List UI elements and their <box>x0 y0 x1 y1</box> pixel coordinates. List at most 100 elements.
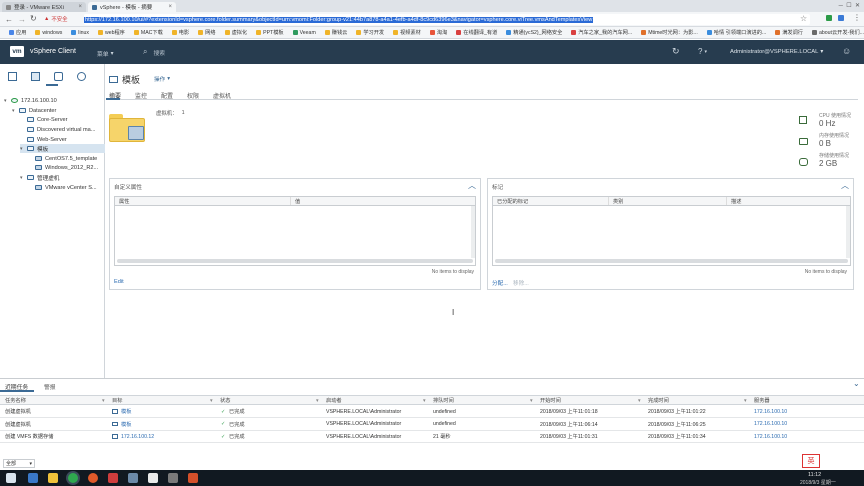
vms-templates-icon[interactable] <box>31 72 40 81</box>
edit-link[interactable]: Edit <box>114 279 124 285</box>
menu-dropdown[interactable]: 菜单 ▾ <box>97 49 114 59</box>
column-filter-icon[interactable]: ▾ <box>316 396 319 405</box>
tree-node[interactable]: Discovered virtual ma... <box>20 125 95 134</box>
task-cell-server[interactable]: 172.16.100.10 <box>754 407 787 416</box>
bookmark-item[interactable]: 淘淘 <box>429 29 447 36</box>
browser-menu-icon[interactable]: ⋮ <box>853 13 861 22</box>
extension-shield-icon[interactable] <box>826 15 832 21</box>
remove-tag-link[interactable]: 移除... <box>513 279 529 287</box>
task-cell-target[interactable]: 172.16.100.12 <box>121 432 154 441</box>
tree-node[interactable]: ▾ 管理虚机 <box>20 173 59 182</box>
vertical-scrollbar[interactable] <box>471 206 475 258</box>
column-filter-icon[interactable]: ▾ <box>530 396 533 405</box>
forward-icon[interactable]: → <box>18 15 26 24</box>
expand-icon[interactable]: ▾ <box>12 108 16 114</box>
app-icon-vm[interactable] <box>128 473 138 483</box>
bookmark-item[interactable]: Veeam <box>292 30 316 36</box>
app-icon-terminal[interactable] <box>168 473 178 483</box>
bookmark-item[interactable]: 汽车之家_我的汽车网... <box>571 29 632 36</box>
expand-icon[interactable]: ▾ <box>20 175 24 181</box>
reload-icon[interactable]: ↻ <box>30 14 37 23</box>
tree-node[interactable]: Windows_2012_R2... <box>28 163 98 172</box>
bookmark-item[interactable]: 学习开发 <box>356 29 384 36</box>
security-indicator[interactable]: ▲ 不安全 <box>44 15 68 23</box>
task-cell-server[interactable]: 172.16.100.10 <box>754 432 787 441</box>
column-header[interactable]: 排队时间 <box>433 396 454 405</box>
tree-node[interactable]: CentOS7.5_template <box>28 154 97 163</box>
task-filter-select[interactable]: 全部 ▾ <box>3 459 35 468</box>
network-icon[interactable] <box>77 72 86 81</box>
bookmark-star-icon[interactable]: ☆ <box>800 14 807 23</box>
bookmark-item[interactable]: web程序 <box>97 29 125 36</box>
column-filter-icon[interactable]: ▾ <box>210 396 213 405</box>
global-search[interactable]: ⌕ 搜索 <box>143 47 165 57</box>
task-cell-server[interactable]: 172.16.100.10 <box>754 420 787 429</box>
tab-monitor[interactable]: 监控 <box>135 91 147 100</box>
bookmark-item[interactable]: 电影 <box>171 29 189 36</box>
bookmark-item[interactable]: 哈情 引领端口演进的... <box>706 29 766 36</box>
explorer-app-icon[interactable] <box>48 473 58 483</box>
browser-tab-vsphere[interactable]: vSphere - 模板 - 摘要 × <box>88 2 176 12</box>
bookmark-item[interactable]: PPT模板 <box>256 29 284 36</box>
column-filter-icon[interactable]: ▾ <box>423 396 426 405</box>
column-header[interactable]: 任务名称 <box>5 396 26 405</box>
column-filter-icon[interactable]: ▾ <box>638 396 641 405</box>
horizontal-scrollbar[interactable] <box>495 259 848 263</box>
bookmark-item[interactable]: windows <box>35 30 62 36</box>
tree-node[interactable]: Core-Server <box>20 115 67 124</box>
bookmark-item[interactable]: 满发调行 <box>775 29 803 36</box>
tree-node[interactable]: ▾ 172.16.100.10 <box>4 96 57 105</box>
window-controls[interactable]: ─ ☐ ✕ <box>839 2 860 9</box>
assign-tag-link[interactable]: 分配... <box>492 279 508 287</box>
vertical-scrollbar[interactable] <box>846 206 850 258</box>
tab-configure[interactable]: 配置 <box>161 91 173 100</box>
column-filter-icon[interactable]: ▾ <box>102 396 105 405</box>
tab-permissions[interactable]: 权限 <box>187 91 199 100</box>
user-menu[interactable]: Administrator@VSPHERE.LOCAL ▾ <box>730 49 823 55</box>
app-icon-putty[interactable] <box>148 473 158 483</box>
bookmark-item[interactable]: 视频素材 <box>393 29 421 36</box>
close-tab-icon[interactable]: × <box>78 4 82 10</box>
new-tab-button[interactable] <box>178 2 186 12</box>
bookmark-item[interactable]: 应用 <box>9 29 26 36</box>
tree-node[interactable]: Web-Server <box>20 135 67 144</box>
task-cell-target[interactable]: 模板 <box>121 407 131 416</box>
chrome-app-icon[interactable] <box>68 473 78 483</box>
bookmark-item[interactable]: MAC下载 <box>133 29 163 36</box>
tree-node[interactable]: ▾ Datacenter <box>12 106 56 115</box>
browser-tab-esxi[interactable]: 登录 - VMware ESXi × <box>2 2 86 12</box>
column-header[interactable]: 启动者 <box>326 396 342 405</box>
collapse-icon[interactable]: ︿ <box>468 180 476 191</box>
column-header[interactable]: 服务器 <box>754 396 770 405</box>
bookmark-item[interactable]: linux <box>71 30 89 36</box>
bookmark-item[interactable]: 精通(ycS2)_网络安全 <box>506 29 562 36</box>
tree-node[interactable]: VMware vCenter S... <box>28 183 97 192</box>
column-header[interactable]: 目标 <box>112 396 122 405</box>
bookmark-item[interactable]: 虚拟化 <box>224 29 247 36</box>
help-menu[interactable]: ? ▾ <box>698 47 707 56</box>
bookmark-item[interactable]: 在线翻译_有道 <box>456 29 497 36</box>
actions-menu[interactable]: 操作 ▾ <box>154 75 170 83</box>
user-avatar-icon[interactable]: ☺ <box>842 46 851 56</box>
hosts-clusters-icon[interactable] <box>8 72 17 81</box>
task-cell-target[interactable]: 模板 <box>121 420 131 429</box>
close-tab-icon[interactable]: × <box>168 4 172 10</box>
bookmark-item[interactable]: 网络 <box>198 29 216 36</box>
column-filter-icon[interactable]: ▾ <box>744 396 747 405</box>
clock-date[interactable]: 2018/9/3 星期一 <box>800 479 836 486</box>
collapse-panel-icon[interactable]: ⌄ <box>853 379 860 388</box>
expand-icon[interactable]: ▾ <box>20 146 24 152</box>
bookmark-item[interactable]: 赚钱云 <box>324 29 347 36</box>
firefox-app-icon[interactable] <box>88 473 98 483</box>
horizontal-scrollbar[interactable] <box>117 259 473 263</box>
clock-time[interactable]: 11:12 <box>808 472 821 478</box>
extension-icon[interactable] <box>838 15 844 21</box>
tree-node[interactable]: ▾ 模板 <box>20 144 105 153</box>
bookmark-item[interactable]: about云开发-我们... <box>811 29 864 36</box>
app-icon-office[interactable] <box>188 473 198 483</box>
collapse-icon[interactable]: ︿ <box>841 180 849 191</box>
back-icon[interactable]: ← <box>5 15 13 24</box>
app-icon-red[interactable] <box>108 473 118 483</box>
url-field[interactable]: https://172.16.100.10/ui/#?extensionId=v… <box>84 14 810 25</box>
ime-indicator[interactable]: 英 <box>802 454 820 468</box>
